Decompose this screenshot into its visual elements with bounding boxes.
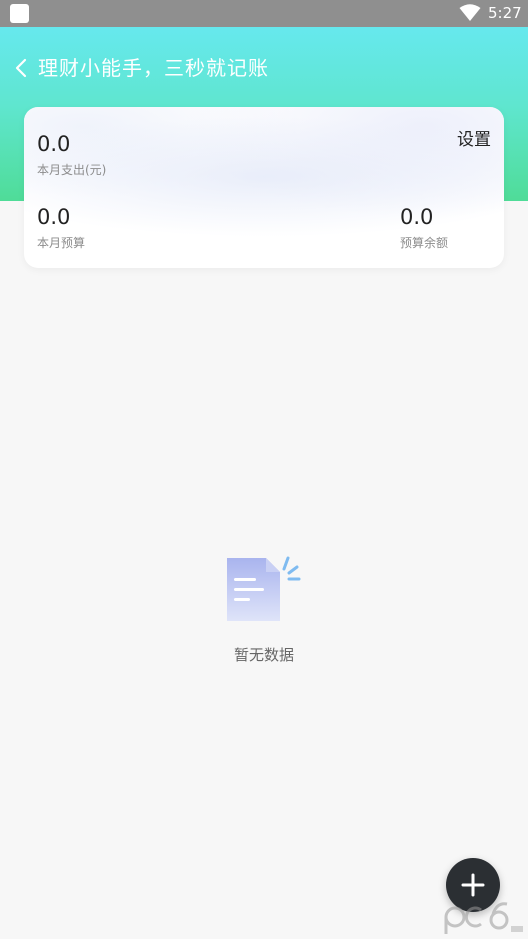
month-budget-label: 本月预算 <box>37 236 86 250</box>
wifi-icon <box>459 4 481 21</box>
month-expense-label: 本月支出(元) <box>37 163 107 177</box>
status-time: 5:27 <box>488 4 522 22</box>
app-notification-icon <box>10 4 29 23</box>
back-arrow-icon[interactable] <box>10 55 32 81</box>
plus-icon <box>461 873 485 897</box>
summary-card: 0.0 本月支出(元) 设置 0.0 本月预算 0.0 预算余额 <box>24 107 504 268</box>
month-expense-value: 0.0 <box>37 132 71 156</box>
page-title: 理财小能手，三秒就记账 <box>38 56 269 80</box>
budget-remaining-label: 预算余额 <box>400 236 449 250</box>
budget-remaining-value: 0.0 <box>400 205 434 229</box>
status-bar: 5:27 <box>0 0 528 27</box>
month-budget-value: 0.0 <box>37 205 71 229</box>
empty-document-icon <box>227 556 301 621</box>
empty-state-text: 暂无数据 <box>233 646 294 664</box>
pc6-logo-watermark <box>444 902 523 934</box>
settings-button[interactable]: 设置 <box>457 128 491 152</box>
